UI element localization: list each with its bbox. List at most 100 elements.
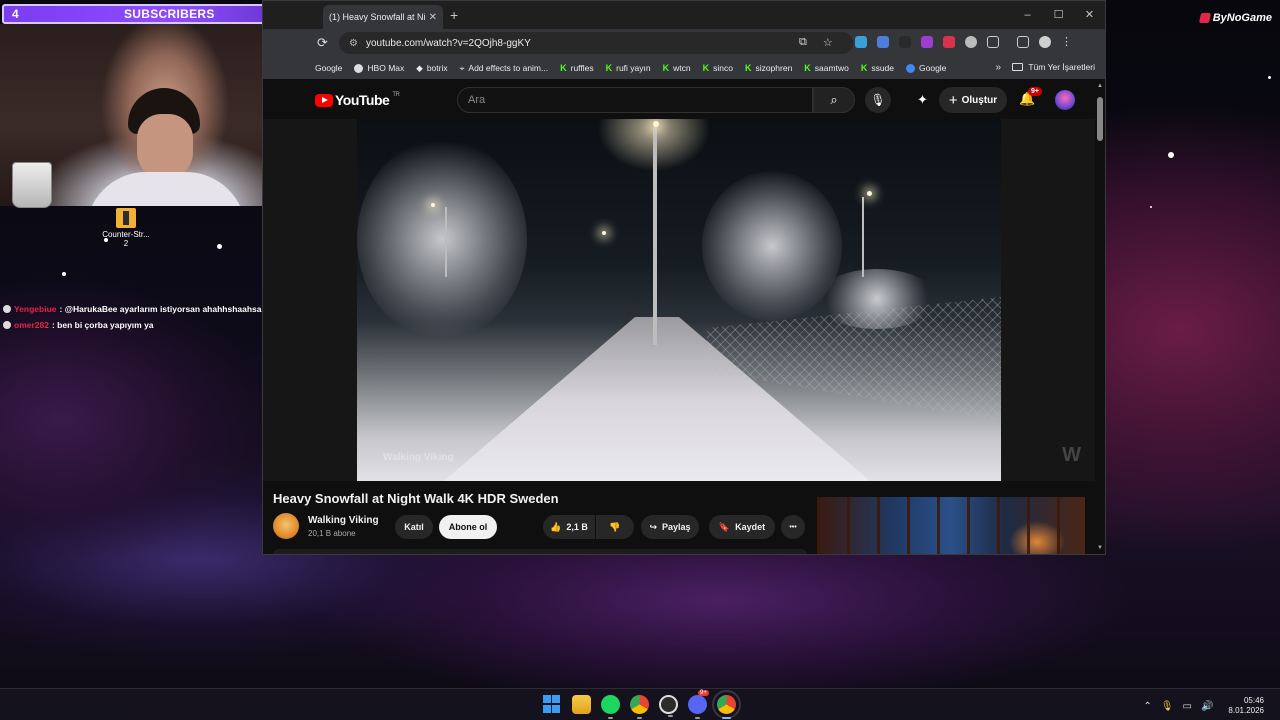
create-button[interactable]: + Oluştur	[939, 87, 1007, 113]
extension-icon[interactable]	[855, 36, 867, 48]
bookmark-saamtwo[interactable]: Ksaamtwo	[804, 63, 849, 73]
bookmark-rufi-yayin[interactable]: Krufi yayın	[606, 63, 651, 73]
url-text: youtube.com/watch?v=2QOjh8-ggKY	[365, 37, 531, 49]
recommended-video-thumbnail[interactable]	[817, 497, 1085, 554]
kick-icon: K	[860, 63, 868, 73]
youtube-logo[interactable]: YouTube TR	[315, 92, 400, 108]
scroll-down-icon[interactable]: ▼	[1097, 545, 1103, 551]
tray-overflow-icon[interactable]: ⌃	[1143, 701, 1151, 712]
account-avatar[interactable]	[1055, 90, 1075, 110]
site-info-icon[interactable]: ⚙	[349, 38, 358, 49]
page-scrollbar[interactable]: ▲ ▼	[1097, 83, 1103, 551]
subscriber-count: 4	[12, 7, 19, 21]
channel-watermark-icon[interactable]: W	[1062, 444, 1081, 467]
video-frame[interactable]: Walking Viking	[357, 119, 1001, 481]
search-input[interactable]: Ara	[457, 87, 813, 113]
stream-branding: ByNoGame	[1198, 12, 1272, 24]
bookmark-google-2[interactable]: Google	[906, 63, 946, 73]
cast-icon[interactable]: ⧉	[799, 36, 807, 49]
extension-icon[interactable]	[965, 36, 977, 48]
minimize-button[interactable]: –	[1012, 1, 1043, 29]
reload-icon[interactable]: ⟳	[317, 35, 328, 51]
network-icon[interactable]: ▭	[1183, 701, 1192, 712]
chat-text: : @HarukaBee ayarlarım istiyorsan ahahhs…	[59, 304, 272, 314]
tab-youtube-video[interactable]: (1) Heavy Snowfall at Night W ✕	[323, 5, 443, 29]
dislike-button[interactable]: 👎	[596, 515, 634, 539]
hbo-icon	[354, 63, 364, 73]
more-actions-button[interactable]: •••	[781, 515, 805, 539]
extension-icon[interactable]	[943, 36, 955, 48]
join-button[interactable]: Katıl	[395, 515, 433, 539]
microphone-tray-icon[interactable]: 🎙	[1161, 701, 1174, 712]
chrome-active-icon[interactable]	[712, 690, 741, 719]
close-tab-icon[interactable]: ✕	[429, 12, 437, 23]
channel-info[interactable]: Walking Viking 20,1 B abone	[273, 513, 379, 539]
channel-name[interactable]: Walking Viking	[308, 515, 379, 526]
volume-icon[interactable]: 🔊	[1201, 701, 1213, 712]
discord-icon[interactable]: 9+	[688, 690, 709, 719]
subscribe-button[interactable]: Abone ol	[439, 515, 497, 539]
chrome-icon[interactable]	[630, 695, 649, 719]
video-player[interactable]: Walking Viking W	[263, 119, 1095, 481]
youtube-ai-icon[interactable]: ✦	[917, 92, 928, 108]
desktop-icon-recycle-bin[interactable]	[2, 162, 62, 208]
spotify-icon[interactable]	[601, 695, 620, 719]
kick-icon: K	[804, 63, 811, 73]
close-window-button[interactable]: ✕	[1074, 1, 1105, 29]
video-watermark: Walking Viking	[383, 452, 454, 463]
voice-search-button[interactable]: 🎙	[865, 87, 891, 113]
profile-avatar-icon[interactable]	[1039, 36, 1051, 48]
bookmark-hbo-max[interactable]: HBO Max	[354, 63, 404, 73]
address-bar[interactable]: ⚙ youtube.com/watch?v=2QOjh8-ggKY	[339, 32, 853, 54]
chat-username: omer282	[14, 320, 49, 330]
microphone-icon: 🎙	[870, 93, 886, 107]
bookmark-ssude[interactable]: Kssude	[861, 63, 894, 73]
more-icon: •••	[789, 523, 797, 531]
system-clock[interactable]: 05:46 8.01.2026	[1228, 696, 1264, 716]
folder-icon	[1012, 63, 1024, 71]
youtube-header: YouTube TR Ara ⌕ 🎙 ✦ + Oluştur 🔔 9+	[263, 79, 1105, 121]
scroll-up-icon[interactable]: ▲	[1097, 83, 1103, 89]
obs-icon[interactable]	[659, 695, 678, 717]
file-explorer-icon[interactable]	[572, 695, 591, 714]
reading-list-icon[interactable]	[1017, 36, 1029, 48]
like-button[interactable]: 👍 2,1 B	[543, 515, 595, 539]
bookmark-google[interactable]: Google	[315, 63, 342, 73]
thumbs-up-icon: 👍	[550, 521, 562, 532]
all-bookmarks-button[interactable]: Tüm Yer İşaretleri	[1012, 62, 1095, 72]
browser-menu-icon[interactable]: ⋮	[1061, 36, 1072, 48]
notifications-button[interactable]: 🔔 9+	[1019, 87, 1042, 107]
stream-chat: Yengebiue : @HarukaBee ayarlarım istiyor…	[3, 301, 271, 333]
new-tab-button[interactable]: +	[450, 7, 458, 23]
omnibox-actions: ⧉ ☆	[799, 36, 833, 49]
notification-badge: 9+	[1028, 87, 1042, 96]
bookmark-wtcn[interactable]: Kwtcn	[663, 63, 691, 73]
bookmark-sinco[interactable]: Ksinco	[703, 63, 733, 73]
bookmark-botrix[interactable]: ◆ botrix	[416, 63, 447, 74]
extensions-puzzle-icon[interactable]	[987, 36, 999, 48]
save-button[interactable]: 🔖 Kaydet	[709, 515, 775, 539]
chat-message: Yengebiue : @HarukaBee ayarlarım istiyor…	[3, 301, 271, 317]
search-button[interactable]: ⌕	[813, 87, 855, 113]
bookmark-sizophren[interactable]: Ksizophren	[745, 63, 792, 73]
description-box[interactable]	[273, 549, 807, 554]
brand-name: ByNoGame	[1212, 12, 1272, 24]
extension-icon[interactable]	[921, 36, 933, 48]
bookmark-ruffles[interactable]: Kruffles	[560, 63, 594, 73]
share-button[interactable]: ↪ Paylaş	[641, 515, 699, 539]
discord-badge: 9+	[698, 690, 709, 696]
thumbs-down-icon: 👎	[609, 521, 621, 532]
bookmark-star-icon[interactable]: ☆	[823, 36, 833, 49]
channel-subscriber-count: 20,1 B abone	[308, 528, 356, 538]
desktop-icon-counter-strike[interactable]: Counter-Str... 2	[96, 208, 156, 248]
bookmarks-overflow-button[interactable]: »	[995, 62, 1001, 73]
extension-icon[interactable]	[899, 36, 911, 48]
region-code: TR	[392, 92, 400, 98]
chat-badge-icon	[3, 305, 11, 313]
channel-avatar[interactable]	[273, 513, 299, 539]
scrollbar-thumb[interactable]	[1097, 97, 1103, 141]
extension-icon[interactable]	[877, 36, 889, 48]
bookmark-add-effects[interactable]: ⌖ Add effects to anim...	[460, 63, 549, 74]
start-icon[interactable]	[543, 695, 562, 714]
maximize-button[interactable]: ☐	[1043, 1, 1074, 29]
